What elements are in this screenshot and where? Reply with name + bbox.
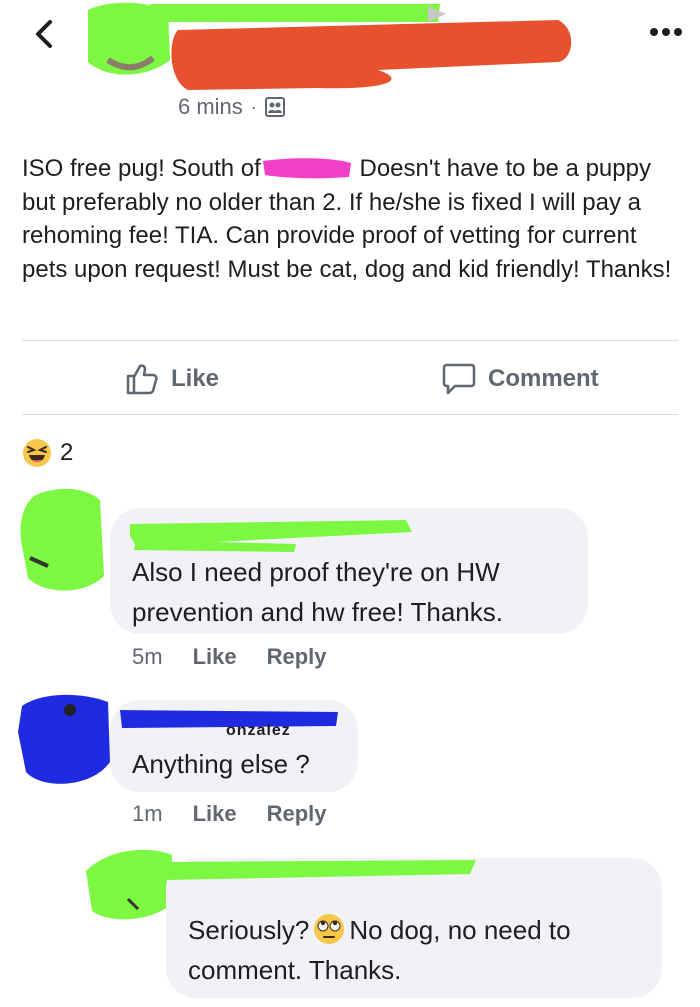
divider-top [22, 340, 678, 341]
comment-3-text: Seriously? No dog, no need to comment. Th… [188, 910, 640, 990]
reaction-count: 2 [60, 439, 74, 466]
back-button[interactable] [30, 14, 60, 54]
redacted-commenter1-name [130, 520, 412, 552]
reaction-summary[interactable]: 2 [22, 438, 73, 468]
comment-1-reply-button[interactable]: Reply [267, 644, 327, 670]
comment-1-text: Also I need proof they're on HW preventi… [132, 557, 503, 627]
group-audience-icon [264, 97, 285, 117]
comment-button[interactable]: Comment [442, 362, 599, 396]
commenter2-name-fragment: onzalez [226, 722, 291, 739]
redacted-commenter2-avatar [18, 694, 110, 784]
comment-label: Comment [488, 365, 599, 392]
comment-1-like-button[interactable]: Like [193, 644, 237, 670]
like-label: Like [171, 365, 220, 392]
thumbs-up-icon [126, 364, 158, 395]
like-button[interactable]: Like [125, 362, 219, 396]
eye-roll-emoji [314, 914, 345, 944]
comment-2-meta: 1m Like Reply [132, 801, 327, 827]
more-options-button[interactable] [646, 20, 686, 44]
post-time: 6 mins [178, 94, 243, 119]
redacted-location [262, 158, 351, 179]
separator-dot: · [250, 96, 257, 117]
comment-bubble-icon [442, 363, 476, 395]
redacted-commenter1-avatar [20, 488, 104, 591]
laughing-emoji [23, 439, 51, 467]
comment-1-time: 5m [132, 644, 163, 669]
post-timestamp: 6 mins · [178, 94, 285, 120]
post-text-start: ISO free pug! South of [22, 155, 261, 182]
post-body: ISO free pug! South of Doesn't have to b… [22, 152, 682, 286]
comment-1-meta: 5m Like Reply [132, 644, 327, 670]
divider-bottom [22, 414, 678, 415]
comment-2-like-button[interactable]: Like [193, 801, 237, 827]
comment-2-time: 1m [132, 801, 163, 826]
comment-3-text-start: Seriously? [188, 915, 310, 945]
comment-2-text: Anything else ? [132, 749, 310, 779]
redacted-group-name [171, 20, 572, 90]
more-dots-icon [650, 28, 682, 36]
redacted-commenter3-name [164, 860, 476, 880]
comment-2-reply-button[interactable]: Reply [267, 801, 327, 827]
chevron-left-icon [36, 20, 52, 48]
